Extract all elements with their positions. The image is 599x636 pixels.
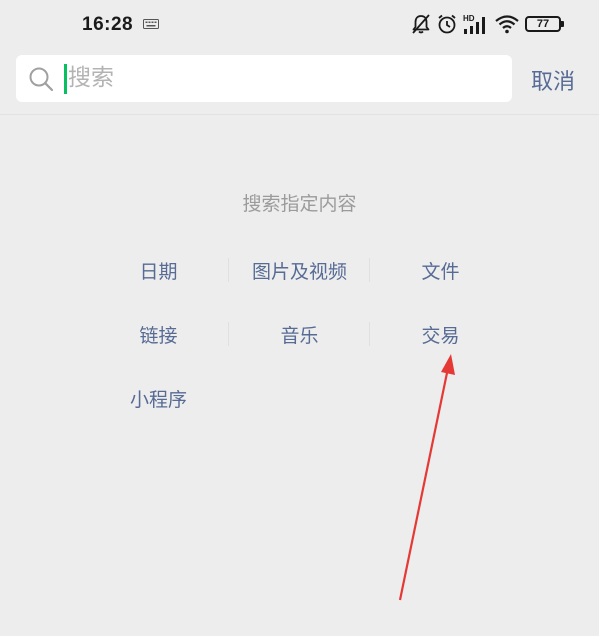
category-mini-programs[interactable]: 小程序 (88, 376, 229, 420)
status-time: 16:28 (82, 14, 134, 35)
category-images-videos[interactable]: 图片及视频 (229, 248, 370, 292)
keyboard-icon (143, 19, 159, 29)
section-title: 搜索指定内容 (242, 193, 357, 215)
category-files[interactable]: 文件 (370, 248, 511, 292)
battery-icon: 77 (525, 16, 564, 32)
alarm-icon (438, 14, 456, 34)
search-box[interactable] (16, 55, 512, 102)
status-bar: 16:28 HD 77 (0, 0, 599, 50)
category-transactions[interactable]: 交易 (370, 312, 511, 356)
search-icon (29, 67, 54, 92)
svg-text:HD: HD (463, 14, 475, 23)
wifi-icon (495, 15, 519, 34)
category-grid: 日期 图片及视频 文件 链接 音乐 交易 小程序 (88, 248, 511, 440)
search-input[interactable] (68, 58, 498, 98)
category-row: 链接 音乐 交易 (88, 312, 511, 376)
mute-bell-icon (412, 14, 430, 34)
category-row: 小程序 (88, 376, 511, 440)
category-links[interactable]: 链接 (88, 312, 229, 356)
header-divider (0, 114, 599, 115)
category-date[interactable]: 日期 (88, 248, 229, 292)
hd-signal-icon: HD (463, 14, 485, 34)
category-music[interactable]: 音乐 (229, 312, 370, 356)
text-caret (64, 64, 67, 94)
category-row: 日期 图片及视频 文件 (88, 248, 511, 312)
cancel-button[interactable]: 取消 (531, 64, 575, 96)
